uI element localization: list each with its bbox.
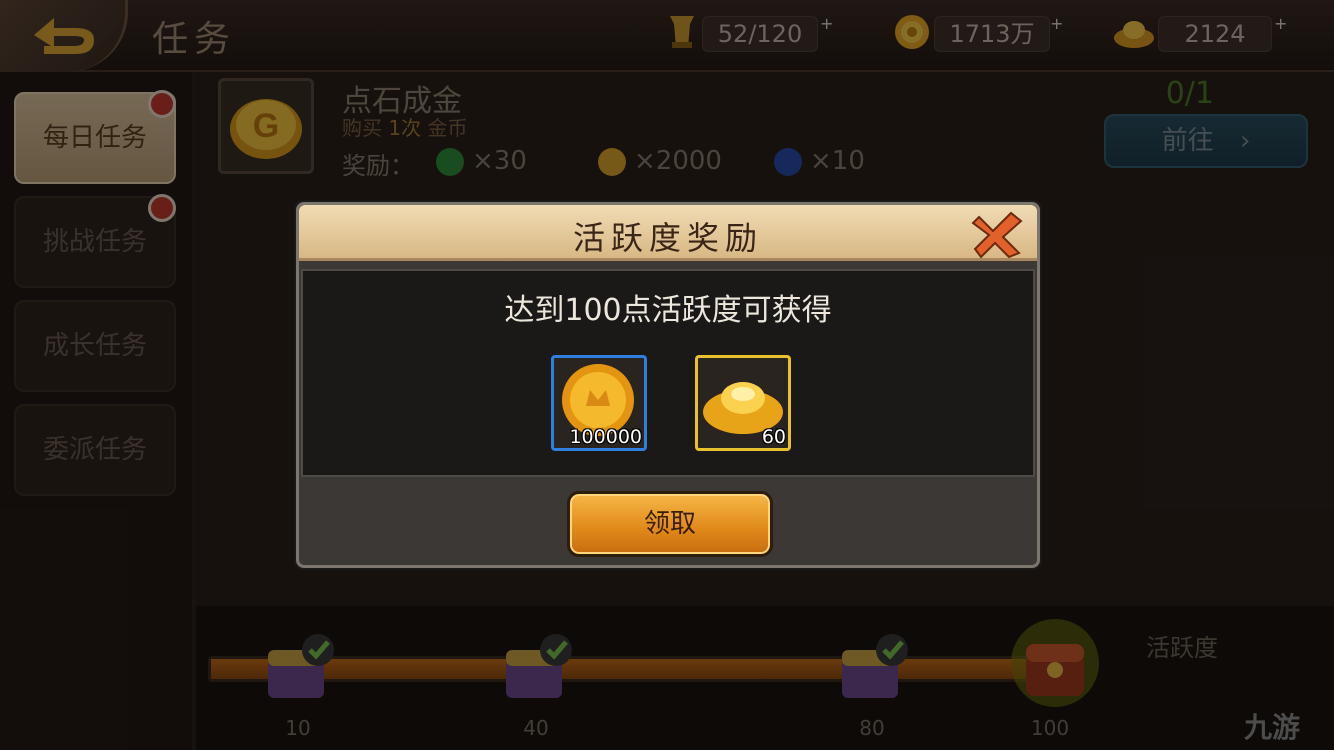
modal-title: 活跃度奖励 <box>572 219 763 257</box>
modal-header: 活跃度奖励 <box>299 205 1037 261</box>
reward-item-coin[interactable]: 100000 <box>551 355 647 451</box>
modal-body: 达到100点活跃度可获得 100000 60 <box>301 269 1035 477</box>
close-icon[interactable] <box>971 211 1025 259</box>
claim-button[interactable]: 领取 <box>567 491 773 557</box>
item-quantity: 100000 <box>569 426 642 448</box>
reward-item-ingot[interactable]: 60 <box>695 355 791 451</box>
modal-description: 达到100点活跃度可获得 <box>504 293 832 328</box>
activity-reward-modal: 活跃度奖励 达到100点活跃度可获得 100000 60 领取 <box>296 202 1040 568</box>
item-quantity: 60 <box>761 426 786 448</box>
